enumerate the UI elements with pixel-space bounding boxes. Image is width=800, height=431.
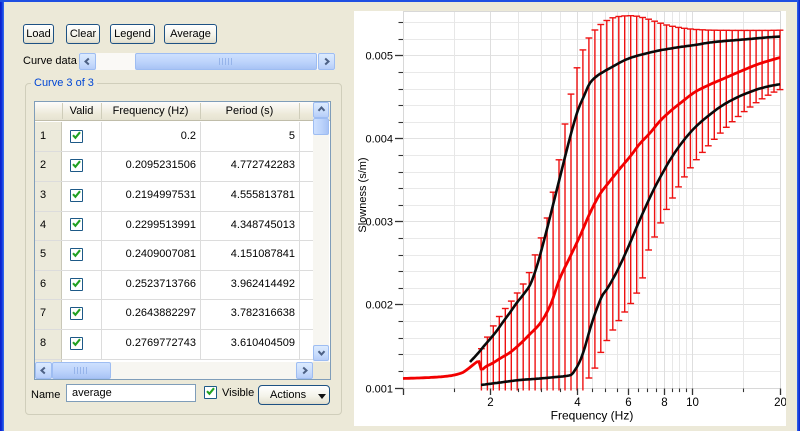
svg-text:8: 8 (661, 397, 667, 409)
svg-text:10: 10 (686, 397, 699, 409)
svg-text:2: 2 (487, 397, 493, 409)
svg-text:0.002: 0.002 (365, 299, 393, 311)
svg-text:6: 6 (625, 397, 631, 409)
svg-text:0.003: 0.003 (365, 216, 393, 228)
svg-text:0.004: 0.004 (365, 133, 393, 145)
svg-text:20: 20 (774, 397, 786, 409)
svg-text:Frequency (Hz): Frequency (Hz) (551, 409, 634, 423)
svg-text:4: 4 (574, 397, 581, 409)
svg-text:Slowness (s/m): Slowness (s/m) (357, 157, 369, 232)
svg-text:0.001: 0.001 (365, 383, 393, 395)
svg-text:0.005: 0.005 (365, 50, 393, 62)
